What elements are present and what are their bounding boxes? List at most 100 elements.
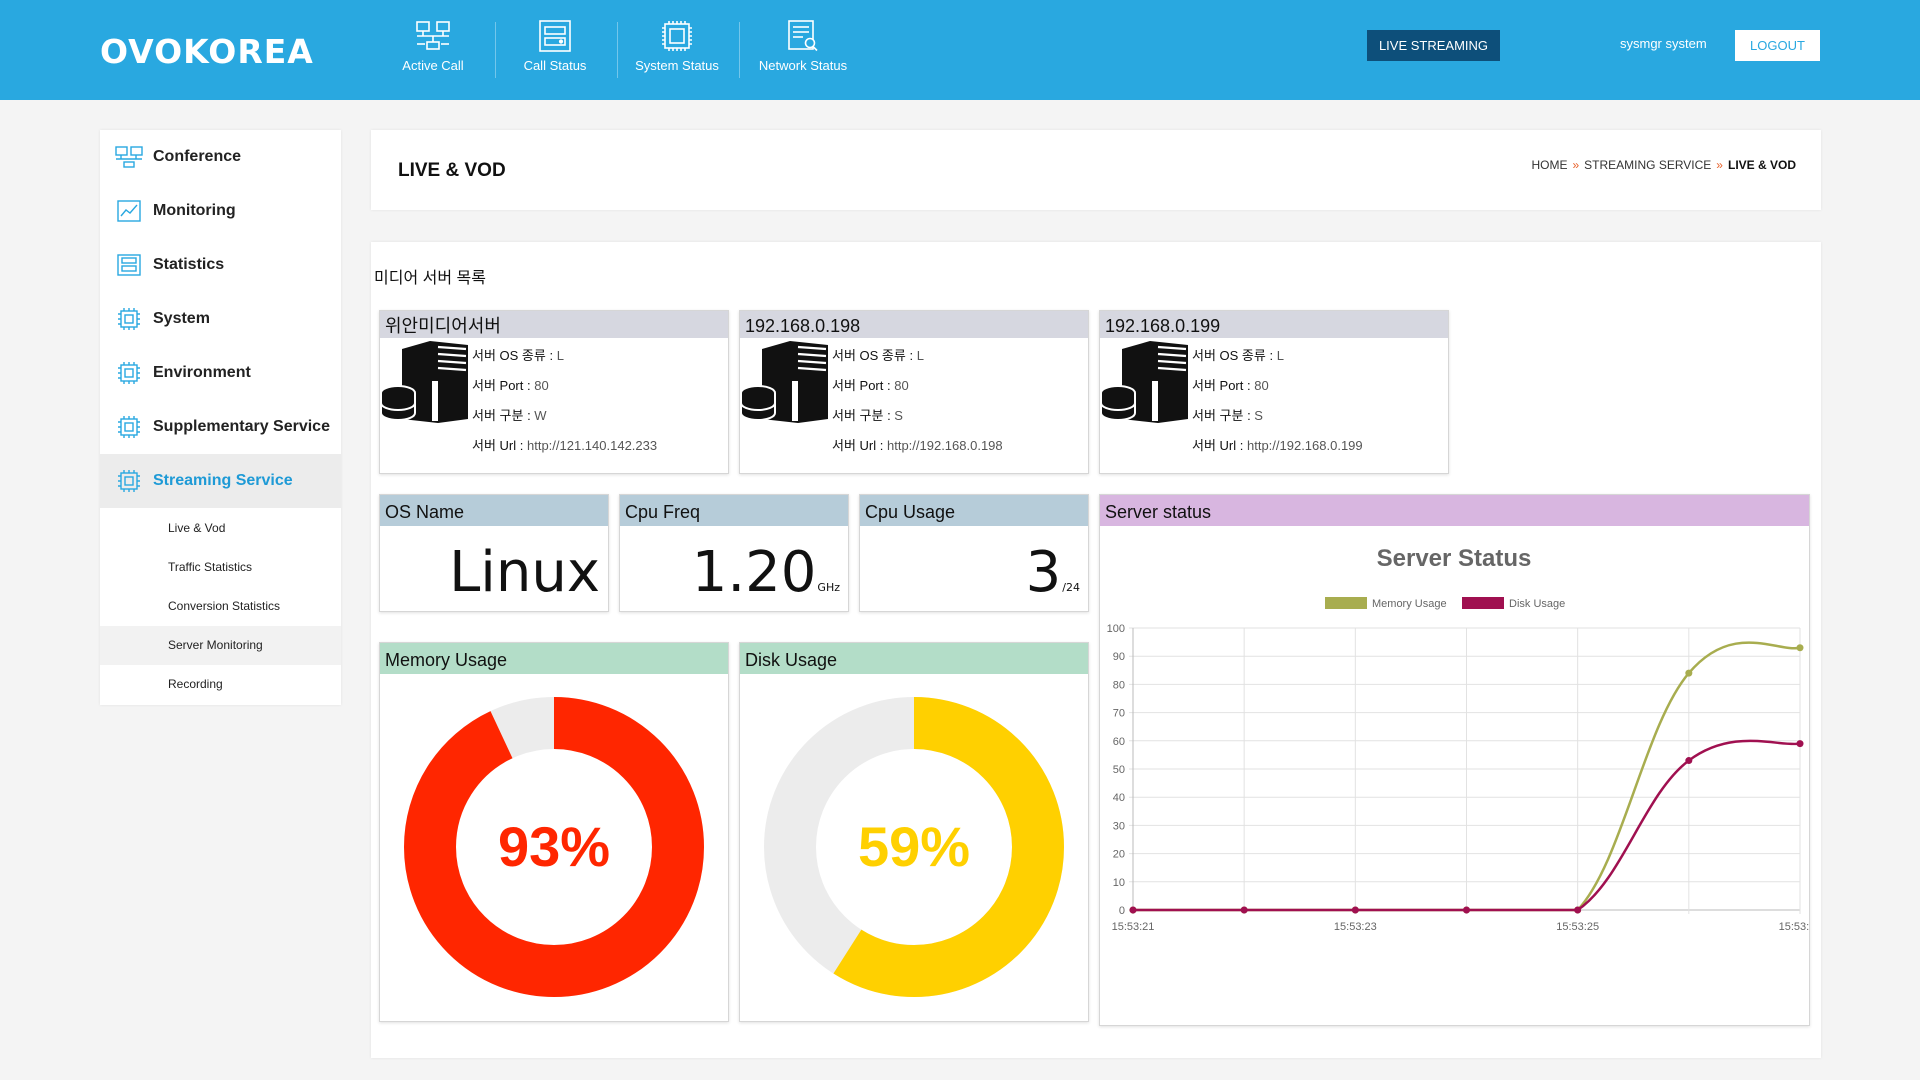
sidebar-subitem-conversion-statistics[interactable]: Conversion Statistics bbox=[100, 587, 341, 626]
server-card[interactable]: 192.168.0.199 서버 OS 종류 : L 서버 Port : 80 … bbox=[1099, 310, 1449, 474]
disk-donut-chart: 59% bbox=[764, 697, 1064, 997]
server-os: 서버 OS 종류 : L bbox=[832, 345, 924, 364]
sidebar-subitem-live-vod[interactable]: Live & Vod bbox=[100, 509, 341, 548]
card-title: OS Name bbox=[380, 495, 608, 526]
os-name-text: Linux bbox=[449, 540, 600, 605]
cpu-freq-card: Cpu Freq 1.20GHz bbox=[619, 494, 849, 612]
server-os-value: L bbox=[556, 348, 564, 363]
os-name-value: Linux bbox=[449, 540, 600, 605]
sidebar-item-label: Streaming Service bbox=[153, 472, 293, 489]
server-url-value[interactable]: http://121.140.142.233 bbox=[527, 438, 657, 453]
server-type: 서버 구분 : S bbox=[832, 405, 903, 424]
server-port-value: 80 bbox=[1254, 378, 1269, 393]
document-search-icon bbox=[788, 20, 818, 52]
content-panel: 미디어 서버 목록 위안미디어서버 서버 OS 종류 : L 서버 Port :… bbox=[371, 242, 1821, 1058]
y-tick-label: 50 bbox=[1113, 764, 1125, 776]
chart-title: Server Status bbox=[1377, 545, 1532, 572]
sidebar-item-system[interactable]: System bbox=[100, 292, 341, 346]
data-point bbox=[1796, 644, 1804, 652]
server-name: 192.168.0.199 bbox=[1100, 311, 1448, 338]
sidebar-item-label: Monitoring bbox=[153, 202, 236, 219]
server-port-value: 80 bbox=[894, 378, 909, 393]
cpu-chip-icon bbox=[118, 416, 140, 438]
server-type-label: 서버 구분 : bbox=[1192, 408, 1255, 423]
server-url-value[interactable]: http://192.168.0.199 bbox=[1247, 438, 1363, 453]
chart-grid: 0 10 20 30 40 50 60 70 80 90 100 15:53:21 15:53:23 15… bbox=[1107, 623, 1809, 933]
nav-label: Active Call bbox=[402, 58, 464, 73]
sidebar-item-label: Statistics bbox=[153, 256, 225, 273]
server-port-label: 서버 Port : bbox=[472, 378, 535, 393]
disk-percent-label: 59% bbox=[858, 815, 970, 878]
data-point bbox=[1240, 906, 1248, 914]
y-tick-label: 30 bbox=[1113, 820, 1125, 832]
sidebar-subitem-server-monitoring[interactable]: Server Monitoring bbox=[100, 626, 341, 665]
server-os: 서버 OS 종류 : L bbox=[1192, 345, 1284, 364]
nav-call-status[interactable]: Call Status bbox=[494, 14, 616, 86]
data-point bbox=[1463, 906, 1470, 914]
sidebar-item-label: Environment bbox=[153, 364, 251, 381]
server-card[interactable]: 위안미디어서버 서버 OS 종류 : L 서버 Port : 80 서버 구분 … bbox=[379, 310, 729, 474]
y-tick-label: 80 bbox=[1113, 679, 1125, 691]
server-type: 서버 구분 : W bbox=[472, 405, 547, 424]
server-port-label: 서버 Port : bbox=[1192, 378, 1255, 393]
memory-donut-chart: 93% bbox=[404, 697, 704, 997]
server-port: 서버 Port : 80 bbox=[832, 375, 909, 394]
sidebar-item-supplementary-service[interactable]: Supplementary Service bbox=[100, 400, 341, 454]
cpu-usage-unit: /24 bbox=[1062, 581, 1080, 594]
cpu-freq-value: 1.20GHz bbox=[692, 540, 840, 605]
cpu-chip-icon bbox=[118, 470, 140, 492]
sidebar-item-statistics[interactable]: Statistics bbox=[100, 238, 341, 292]
server-url: 서버 Url : http://121.140.142.233 bbox=[472, 435, 657, 454]
server-name: 192.168.0.198 bbox=[740, 311, 1088, 338]
y-tick-label: 60 bbox=[1113, 736, 1125, 748]
cpu-freq-unit: GHz bbox=[817, 581, 840, 594]
server-card[interactable]: 192.168.0.198 서버 OS 종류 : L 서버 Port : 80 … bbox=[739, 310, 1089, 474]
nav-system-status[interactable]: System Status bbox=[616, 14, 738, 86]
memory-percent-label: 93% bbox=[498, 815, 610, 878]
server-url-label: 서버 Url : bbox=[832, 438, 887, 453]
data-point bbox=[1685, 757, 1693, 765]
server-url-value[interactable]: http://192.168.0.198 bbox=[887, 438, 1003, 453]
sidebar-item-conference[interactable]: Conference bbox=[100, 130, 341, 184]
breadcrumb-streaming-service[interactable]: STREAMING SERVICE bbox=[1584, 158, 1711, 172]
card-title: Server status bbox=[1100, 495, 1809, 526]
sidebar-subitem-recording[interactable]: Recording bbox=[100, 665, 341, 704]
x-tick-label: 15:53:21 bbox=[1112, 921, 1155, 933]
cpu-chip-icon bbox=[662, 21, 692, 51]
nav-label: Network Status bbox=[758, 58, 848, 73]
sidebar-item-streaming-service[interactable]: Streaming Service bbox=[100, 454, 341, 508]
server-type-value: S bbox=[894, 408, 903, 423]
server-os: 서버 OS 종류 : L bbox=[472, 345, 564, 364]
memory-usage-card: Memory Usage 93% bbox=[379, 642, 729, 1022]
breadcrumb-home[interactable]: HOME bbox=[1531, 158, 1567, 172]
server-rack-icon bbox=[380, 341, 468, 423]
nav-network-status[interactable]: Network Status bbox=[742, 14, 864, 86]
breadcrumb-separator: » bbox=[1716, 158, 1723, 172]
user-name: sysmgr system bbox=[1620, 36, 1707, 51]
chart-legend: Memory Usage Disk Usage bbox=[1325, 597, 1565, 610]
logout-button[interactable]: LOGOUT bbox=[1735, 30, 1820, 61]
nav-active-call[interactable]: Active Call bbox=[372, 14, 494, 86]
logo[interactable]: OVOKOREA bbox=[100, 32, 314, 71]
server-type-label: 서버 구분 : bbox=[832, 408, 895, 423]
data-point bbox=[1351, 906, 1359, 914]
y-tick-label: 20 bbox=[1113, 849, 1125, 861]
server-url-label: 서버 Url : bbox=[472, 438, 527, 453]
server-type-label: 서버 구분 : bbox=[472, 408, 535, 423]
sidebar-item-monitoring[interactable]: Monitoring bbox=[100, 184, 341, 238]
server-port-label: 서버 Port : bbox=[832, 378, 895, 393]
cpu-usage-number: 3 bbox=[1025, 540, 1062, 605]
x-tick-label: 15:53:27 bbox=[1779, 921, 1809, 933]
sidebar-item-environment[interactable]: Environment bbox=[100, 346, 341, 400]
server-url: 서버 Url : http://192.168.0.199 bbox=[1192, 435, 1363, 454]
server-name: 위안미디어서버 bbox=[380, 311, 728, 338]
section-title: 미디어 서버 목록 bbox=[374, 270, 486, 287]
y-tick-label: 100 bbox=[1107, 623, 1125, 635]
disk-usage-card: Disk Usage 59% bbox=[739, 642, 1089, 1022]
sidebar: Conference Monitoring Statistics System … bbox=[100, 130, 341, 705]
data-point bbox=[1574, 906, 1582, 914]
live-streaming-button[interactable]: LIVE STREAMING bbox=[1367, 30, 1500, 61]
server-panel-icon bbox=[539, 20, 571, 52]
server-url: 서버 Url : http://192.168.0.198 bbox=[832, 435, 1003, 454]
sidebar-subitem-traffic-statistics[interactable]: Traffic Statistics bbox=[100, 548, 341, 587]
